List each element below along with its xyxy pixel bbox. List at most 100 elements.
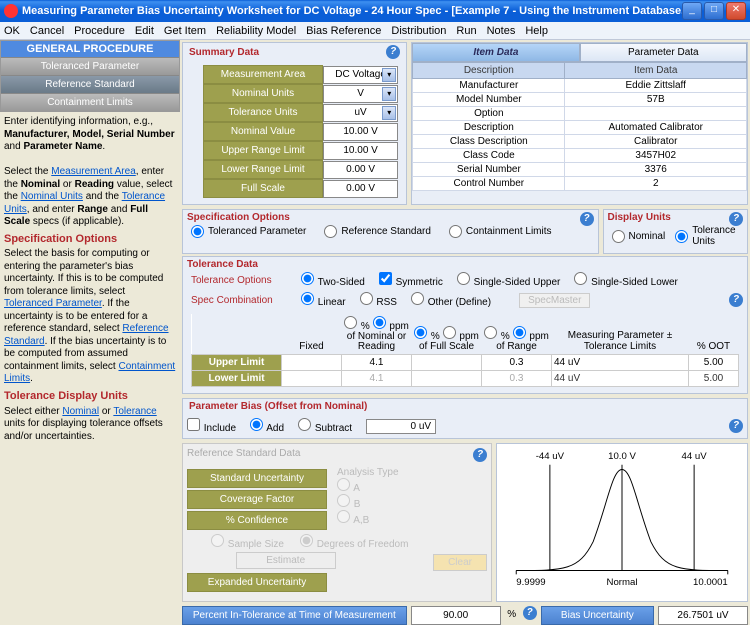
tab-parameter-data[interactable]: Parameter Data: [580, 43, 747, 62]
itemdata-value[interactable]: Automated Calibrator: [565, 121, 747, 135]
summary-header: Summary Data: [189, 47, 259, 58]
btn-std-uncertainty[interactable]: Standard Uncertainty: [187, 469, 327, 488]
dropdown-icon[interactable]: ▾: [382, 68, 396, 82]
itemdata-th-data: Item Data: [565, 63, 747, 79]
menu-notes[interactable]: Notes: [487, 25, 516, 37]
summary-label[interactable]: Nominal Units: [203, 84, 323, 103]
radio-twosided[interactable]: Two-Sided: [301, 272, 365, 288]
summary-value[interactable]: 0.00 V: [323, 161, 398, 179]
upper-limit-label: Upper Limit: [192, 355, 282, 371]
itemdata-value[interactable]: 3376: [565, 163, 747, 177]
itemdata-value[interactable]: 57B: [565, 93, 747, 107]
summary-value[interactable]: uV▾: [323, 104, 398, 122]
itemdata-value[interactable]: Calibrator: [565, 135, 747, 149]
menu-cancel[interactable]: Cancel: [30, 25, 64, 37]
proc-reference-standard[interactable]: Reference Standard: [1, 75, 179, 93]
radio-containment[interactable]: Containment Limits: [449, 225, 552, 238]
ll-rng: 0.3: [482, 371, 552, 387]
summary-label[interactable]: Full Scale: [203, 179, 323, 198]
help-icon[interactable]: ?: [729, 212, 743, 226]
bias-value[interactable]: 0 uV: [366, 419, 436, 434]
lower-limit-label: Lower Limit: [192, 371, 282, 387]
minimize-button[interactable]: _: [682, 2, 702, 20]
summary-value[interactable]: 10.00 V: [323, 142, 398, 160]
titlebar: Measuring Parameter Bias Uncertainty Wor…: [0, 0, 750, 22]
menu-biasref[interactable]: Bias Reference: [306, 25, 381, 37]
summary-label[interactable]: Lower Range Limit: [203, 160, 323, 179]
itemdata-desc: Model Number: [413, 93, 565, 107]
menu-distribution[interactable]: Distribution: [391, 25, 446, 37]
ul-rng[interactable]: 0.3: [482, 355, 552, 371]
menu-ok[interactable]: OK: [4, 25, 20, 37]
radio-other[interactable]: Other (Define): [411, 292, 491, 308]
radio-tolparam[interactable]: Toleranced Parameter: [191, 225, 306, 238]
radio-linear[interactable]: Linear: [301, 292, 346, 308]
radio-sslower[interactable]: Single-Sided Lower: [574, 272, 678, 288]
itemdata-value[interactable]: 2: [565, 177, 747, 191]
itemdata-value[interactable]: 3457H02: [565, 149, 747, 163]
item-data-table: DescriptionItem Data ManufacturerEddie Z…: [412, 62, 747, 191]
help-icon[interactable]: ?: [523, 606, 537, 620]
svg-text:-44 uV: -44 uV: [536, 451, 565, 462]
dropdown-icon[interactable]: ▾: [382, 87, 396, 101]
link-tol-param[interactable]: Toleranced Parameter: [4, 298, 102, 309]
pct-intol-value[interactable]: 90.00: [411, 606, 501, 625]
radio-add[interactable]: Add: [250, 418, 284, 434]
maximize-button[interactable]: □: [704, 2, 724, 20]
radio-nominal[interactable]: Nominal: [612, 230, 666, 243]
help-icon[interactable]: ?: [729, 293, 743, 307]
radio-ssupper[interactable]: Single-Sided Upper: [457, 272, 561, 288]
dropdown-icon[interactable]: ▾: [382, 106, 396, 120]
summary-value[interactable]: 0.00 V: [323, 180, 398, 198]
svg-text:9.9999: 9.9999: [516, 577, 545, 588]
help-icon[interactable]: ?: [580, 212, 594, 226]
btn-coverage[interactable]: Coverage Factor: [187, 490, 327, 509]
ll-fs: [412, 371, 482, 387]
tab-item-data[interactable]: Item Data: [412, 43, 579, 62]
btn-clear: Clear: [433, 554, 487, 571]
summary-value[interactable]: 10.00 V: [323, 123, 398, 141]
proc-toleranced-parameter[interactable]: Toleranced Parameter: [1, 57, 179, 75]
proc-containment-limits[interactable]: Containment Limits: [1, 93, 179, 111]
procedure-header: GENERAL PROCEDURE: [1, 41, 179, 57]
window-title: Measuring Parameter Bias Uncertainty Wor…: [22, 5, 682, 17]
summary-label[interactable]: Tolerance Units: [203, 103, 323, 122]
menu-help[interactable]: Help: [525, 25, 548, 37]
summary-value[interactable]: V▾: [323, 85, 398, 103]
menu-run[interactable]: Run: [456, 25, 476, 37]
ul-fixed[interactable]: [282, 355, 342, 371]
summary-label[interactable]: Measurement Area: [203, 65, 323, 84]
btn-confidence[interactable]: % Confidence: [187, 511, 327, 530]
analysis-type-label: Analysis Type: [337, 467, 399, 478]
check-symmetric[interactable]: Symmetric: [379, 272, 443, 288]
link-tolerance[interactable]: Tolerance: [113, 406, 156, 417]
link-measurement-area[interactable]: Measurement Area: [51, 166, 136, 177]
ul-oot[interactable]: 5.00: [689, 355, 739, 371]
itemdata-value[interactable]: Eddie Zittslaff: [565, 79, 747, 93]
menu-edit[interactable]: Edit: [135, 25, 154, 37]
help-icon[interactable]: ?: [386, 45, 400, 59]
menu-reliability[interactable]: Reliability Model: [216, 25, 296, 37]
menu-procedure[interactable]: Procedure: [74, 25, 125, 37]
distribution-graph: -44 uV 10.0 V 44 uV 9.9999 Normal 10.000…: [496, 443, 748, 602]
link-nominal-units[interactable]: Nominal Units: [21, 191, 83, 202]
ul-fs[interactable]: [412, 355, 482, 371]
btn-expanded[interactable]: Expanded Uncertainty: [187, 573, 327, 592]
itemdata-value[interactable]: [565, 107, 747, 121]
help-icon[interactable]: ?: [729, 419, 743, 433]
check-include[interactable]: Include: [187, 418, 236, 434]
summary-label[interactable]: Upper Range Limit: [203, 141, 323, 160]
radio-subtract[interactable]: Subtract: [298, 418, 352, 434]
menu-getitem[interactable]: Get Item: [164, 25, 206, 37]
summary-value[interactable]: DC Voltage▾: [323, 66, 398, 84]
summary-label[interactable]: Nominal Value: [203, 122, 323, 141]
radio-tolunits[interactable]: Tolerance Units: [675, 225, 735, 247]
close-button[interactable]: ✕: [726, 2, 746, 20]
radio-refstd[interactable]: Reference Standard: [324, 225, 431, 238]
pct-unit: %: [505, 606, 519, 625]
help-icon[interactable]: ?: [473, 448, 487, 462]
radio-rss[interactable]: RSS: [360, 292, 397, 308]
link-nominal[interactable]: Nominal: [62, 406, 99, 417]
ul-nom[interactable]: 4.1: [342, 355, 412, 371]
ul-meas: 44 uV: [552, 355, 689, 371]
